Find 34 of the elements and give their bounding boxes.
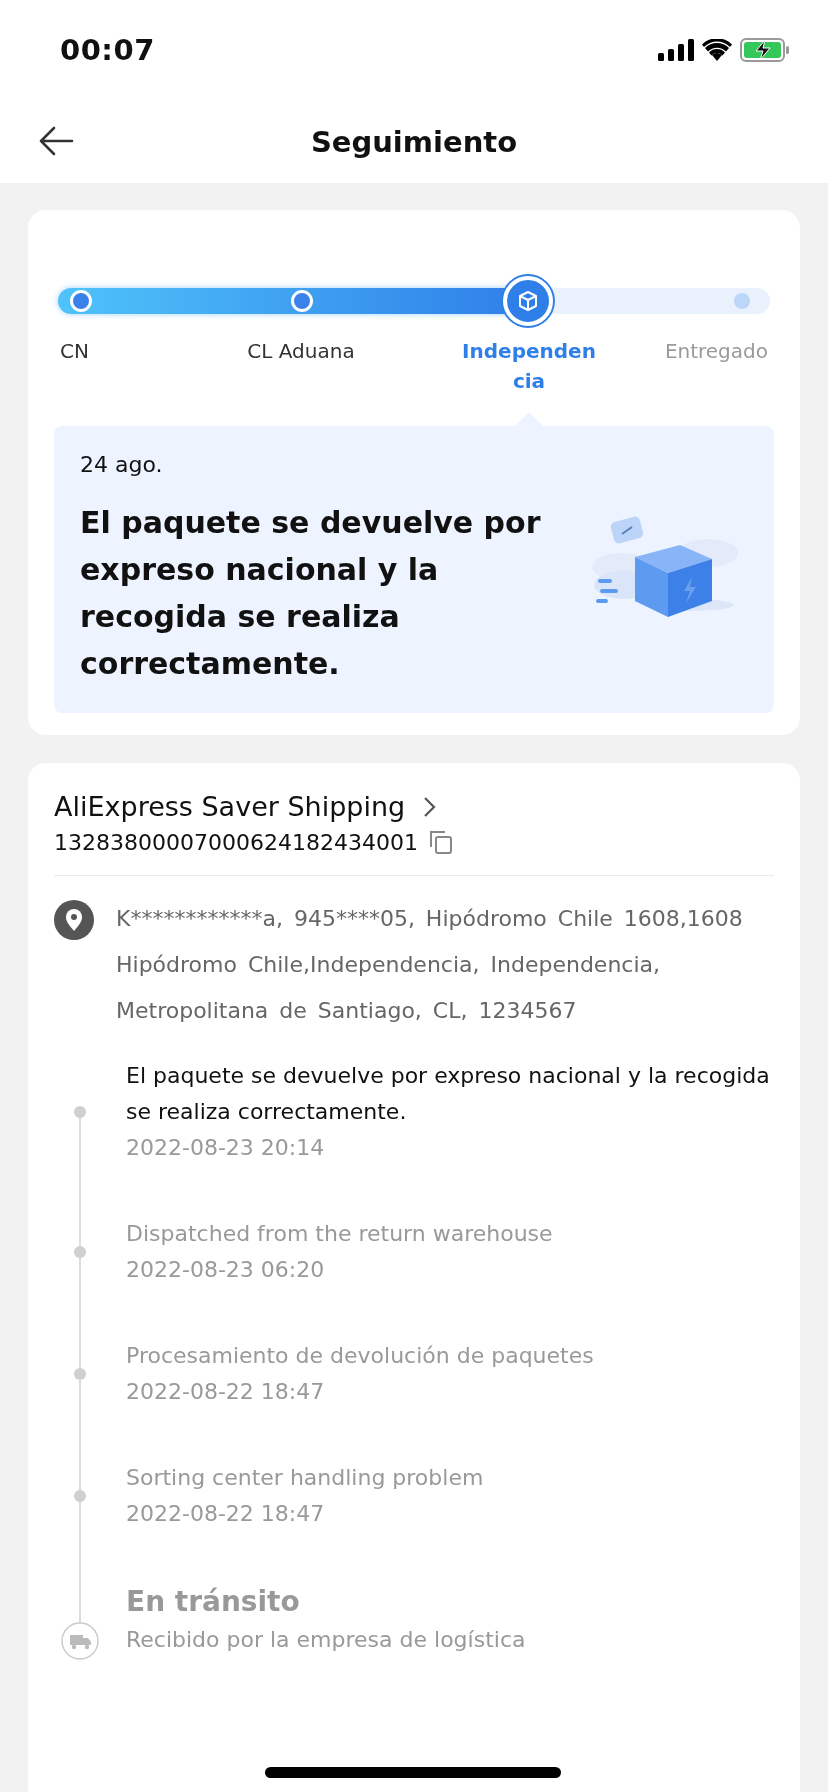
- milestone-title: En tránsito: [126, 1584, 301, 1620]
- event-time: 2022-08-23 20:14: [126, 1134, 326, 1162]
- chevron-right-icon: [423, 796, 438, 818]
- delivery-address: K************a, 945****05, Hipódromo Chile 1608,1608 Hipódromo Chile,Independencia, Independencia, Metropolitana de Santiago, CL, 1234567: [116, 905, 744, 1025]
- event-description: El paquete se devuelve por expreso nacional y la recogida se realiza correctamente.: [126, 1062, 771, 1126]
- event-time: 2022-08-23 06:20: [126, 1256, 326, 1284]
- timeline-dot: [74, 1368, 86, 1380]
- signal-icon: [658, 39, 694, 61]
- timeline-dot: [74, 1490, 86, 1502]
- timeline-dot: [74, 1106, 86, 1118]
- page-title: Seguimiento: [310, 124, 518, 159]
- stage-label: Independencia: [461, 338, 597, 395]
- stage-label: CN: [60, 338, 89, 365]
- location-pin-icon: [54, 900, 94, 940]
- event-description: Sorting center handling problem: [126, 1464, 484, 1492]
- tracking-number: 13283800007000624182434001: [54, 829, 418, 855]
- event-time: 2022-08-22 18:47: [126, 1500, 326, 1528]
- stage-label: Entregado: [664, 338, 768, 365]
- status-date: 24 ago.: [80, 452, 164, 477]
- battery-charging-icon: [740, 38, 790, 62]
- carrier-link[interactable]: AliExpress Saver Shipping: [54, 787, 438, 827]
- event-time: 2022-08-22 18:47: [126, 1378, 326, 1406]
- event-description: Recibido por la empresa de logística: [126, 1626, 526, 1654]
- copy-icon[interactable]: [427, 829, 454, 855]
- timeline-dot: [74, 1246, 86, 1258]
- event-description: Dispatched from the return warehouse: [126, 1220, 553, 1248]
- stage-label: CL Aduana: [247, 338, 355, 365]
- box-icon: [516, 290, 539, 312]
- status-time: 00:07: [60, 33, 155, 67]
- truck-icon: [61, 1622, 99, 1660]
- event-description: Procesamiento de devolución de paquetes: [126, 1342, 594, 1370]
- back-arrow-icon: [38, 126, 74, 156]
- wifi-icon: [702, 39, 732, 61]
- status-message: El paquete se devuelve por expreso nacional y la recogida se realiza correctamente.: [80, 504, 542, 683]
